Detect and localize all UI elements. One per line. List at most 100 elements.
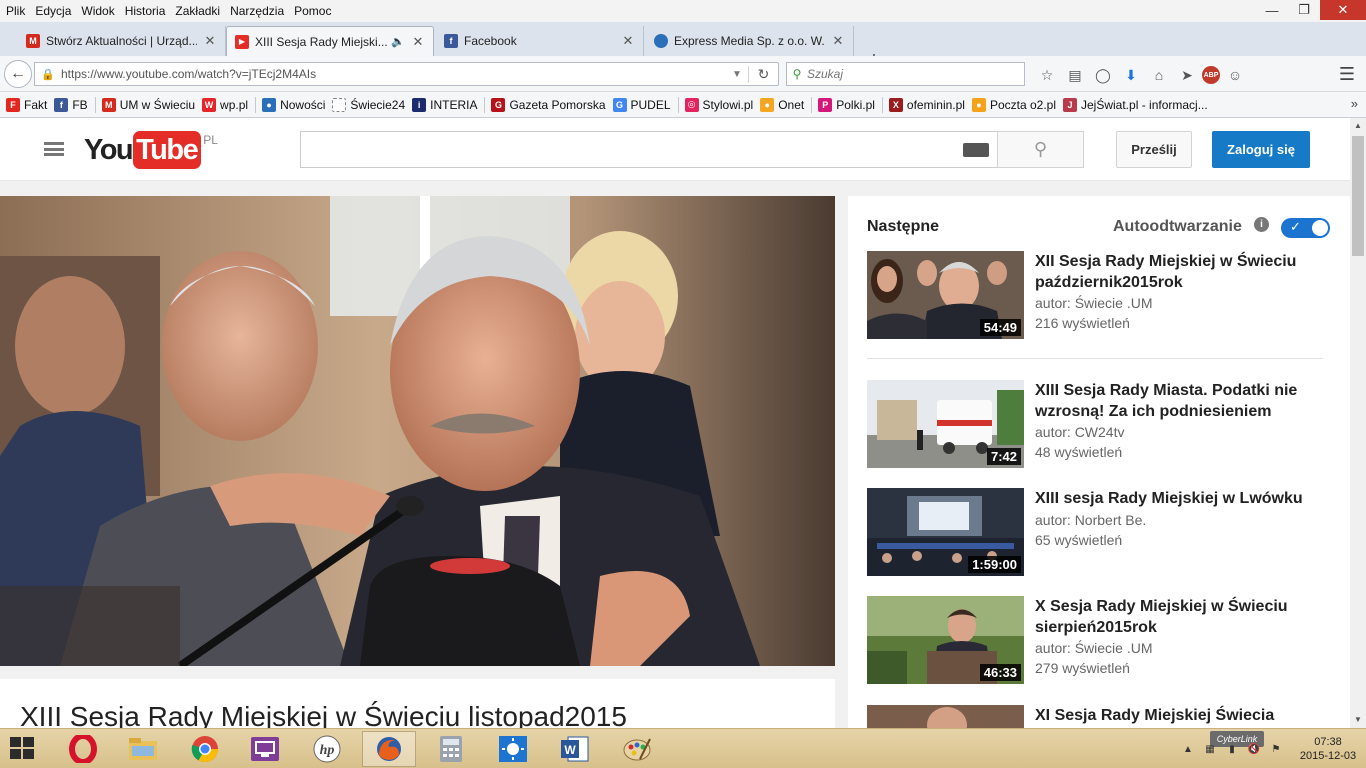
keyboard-icon[interactable] [963, 143, 989, 157]
bookmark-star-icon[interactable]: ☆ [1034, 65, 1060, 85]
minimize-button[interactable]: — [1256, 0, 1288, 20]
adblock-icon[interactable]: ABP [1202, 66, 1220, 84]
menu-view[interactable]: Widok [76, 4, 119, 18]
close-tab-icon[interactable]: ✕ [411, 34, 425, 50]
home-icon[interactable]: ⌂ [1146, 65, 1172, 85]
opera-taskbar-icon[interactable] [56, 731, 110, 767]
send-icon[interactable]: ➤ [1174, 65, 1200, 85]
bookmark-item[interactable]: ● Onet [760, 97, 804, 112]
search-input[interactable] [807, 67, 1007, 81]
file-explorer-taskbar-icon[interactable] [116, 731, 170, 767]
menu-hamburger-icon[interactable]: ☰ [1334, 64, 1360, 84]
close-tab-icon[interactable]: ✕ [203, 33, 217, 49]
reading-list-icon[interactable]: ▤ [1062, 65, 1088, 85]
suggested-video-title[interactable]: XIII sesja Rady Miejskiej w Lwówku [1035, 488, 1325, 509]
scroll-up-icon[interactable]: ▲ [1350, 118, 1366, 134]
suggested-video[interactable]: 1:59:00 XIII sesja Rady Miejskiej w Lwów… [867, 488, 1337, 578]
maximize-button[interactable]: ❐ [1288, 0, 1320, 20]
url-text[interactable]: https://www.youtube.com/watch?v=jTEcj2M4… [61, 67, 726, 81]
tab-youtube[interactable]: ▶ XIII Sesja Rady Miejski... 🔈 ✕ [226, 26, 434, 56]
guide-menu-icon[interactable] [44, 139, 64, 159]
menu-bookmarks[interactable]: Zakładki [170, 4, 225, 18]
video-thumbnail[interactable] [867, 705, 1024, 728]
remote-desktop-taskbar-icon[interactable] [238, 731, 292, 767]
info-icon[interactable]: i [1254, 217, 1269, 232]
bookmark-item[interactable]: ● Nowości [262, 97, 325, 112]
video-player[interactable] [0, 196, 835, 666]
video-thumbnail[interactable]: 7:42 [867, 380, 1024, 468]
tab-express-media[interactable]: Express Media Sp. z o.o. W... ✕ [646, 26, 854, 56]
video-author[interactable]: autor: Świecie .UM [1035, 295, 1152, 311]
suggested-video-title[interactable]: XIII Sesja Rady Miasta. Podatki nie wzro… [1035, 380, 1325, 422]
suggested-video-title[interactable]: XII Sesja Rady Miejskiej w Świeciu paźdz… [1035, 251, 1325, 293]
brightness-taskbar-icon[interactable] [486, 731, 540, 767]
bookmark-item[interactable]: i INTERIA [412, 97, 477, 112]
reload-icon[interactable]: ↻ [748, 65, 778, 83]
scrollbar-thumb[interactable] [1352, 136, 1364, 256]
word-taskbar-icon[interactable]: W [548, 731, 602, 767]
hp-taskbar-icon[interactable]: hp [300, 731, 354, 767]
suggested-video[interactable]: 46:33 X Sesja Rady Miejskiej w Świeciu s… [867, 596, 1337, 686]
suggested-video[interactable]: XI Sesja Rady Miejskiej Świecia [867, 705, 1337, 728]
battery-icon[interactable]: ▮ [1224, 741, 1240, 757]
bookmark-item[interactable]: P Polki.pl [818, 97, 875, 112]
page-scrollbar[interactable]: ▲ ▼ [1350, 118, 1366, 728]
close-window-button[interactable]: ✕ [1320, 0, 1366, 20]
scroll-down-icon[interactable]: ▼ [1350, 712, 1366, 728]
address-bar[interactable]: 🔒 https://www.youtube.com/watch?v=jTEcj2… [34, 62, 779, 86]
bookmark-item[interactable]: J JejŚwiat.pl - informacj... [1063, 97, 1208, 112]
bookmark-item[interactable]: G Gazeta Pomorska [491, 97, 606, 112]
calculator-taskbar-icon[interactable] [424, 731, 478, 767]
tab-um-swiecie[interactable]: M Stwórz Aktualności | Urząd... ✕ [18, 26, 226, 56]
suggested-video-title[interactable]: X Sesja Rady Miejskiej w Świeciu sierpie… [1035, 596, 1325, 638]
bookmark-item[interactable]: M UM w Świeciu [101, 97, 195, 112]
bookmark-item[interactable]: G PUDEL [612, 97, 671, 112]
autoplay-toggle[interactable]: ✓ [1281, 218, 1330, 238]
chrome-taskbar-icon[interactable] [178, 731, 232, 767]
menu-tools[interactable]: Narzędzia [225, 4, 289, 18]
start-button[interactable] [10, 737, 36, 761]
back-button[interactable]: ← [4, 60, 32, 88]
history-dropdown-icon[interactable]: ▼ [726, 69, 748, 80]
network-icon[interactable]: ▦ [1202, 741, 1218, 757]
bookmark-item[interactable]: Xofeminin.pl [888, 97, 965, 112]
close-tab-icon[interactable]: ✕ [621, 33, 635, 49]
bookmark-item[interactable]: ◎ Stylowi.pl [684, 97, 753, 112]
youtube-search-button[interactable]: ⚲ [997, 131, 1084, 168]
menu-edit[interactable]: Edycja [30, 4, 76, 18]
clock[interactable]: 07:38 2015-12-03 [1296, 735, 1360, 763]
action-center-icon[interactable]: ⚑ [1268, 741, 1284, 757]
youtube-search-input[interactable] [300, 131, 998, 168]
close-tab-icon[interactable]: ✕ [831, 33, 845, 49]
suggested-video-title[interactable]: XI Sesja Rady Miejskiej Świecia [1035, 705, 1325, 726]
youtube-logo[interactable]: You Tube PL [84, 131, 218, 171]
search-engine-icon[interactable]: ⚲ [787, 67, 807, 81]
chat-icon[interactable]: ☺ [1222, 65, 1248, 85]
paint-taskbar-icon[interactable] [610, 731, 664, 767]
upload-button[interactable]: Prześlij [1116, 131, 1192, 168]
bookmark-item[interactable]: Świecie24 [332, 97, 405, 112]
pocket-icon[interactable]: ◯ [1090, 65, 1116, 85]
video-thumbnail[interactable]: 46:33 [867, 596, 1024, 684]
bookmark-item[interactable]: ● Poczta o2.pl [971, 97, 1056, 112]
show-hidden-icons-icon[interactable]: ▲ [1180, 741, 1196, 757]
bookmark-item[interactable]: f FB [54, 97, 88, 112]
bookmark-item[interactable]: Wwp.pl [202, 97, 248, 112]
video-thumbnail[interactable]: 1:59:00 [867, 488, 1024, 576]
video-author[interactable]: autor: CW24tv [1035, 424, 1124, 440]
speaker-icon[interactable]: 🔈 [391, 35, 405, 48]
suggested-video[interactable]: 54:49 XII Sesja Rady Miejskiej w Świeciu… [867, 251, 1337, 341]
video-thumbnail[interactable]: 54:49 [867, 251, 1024, 339]
menu-history[interactable]: Historia [120, 4, 171, 18]
more-bookmarks-chevron-icon[interactable]: » [1351, 96, 1358, 111]
bookmark-item[interactable]: F Fakt [6, 97, 47, 112]
video-author[interactable]: autor: Świecie .UM [1035, 640, 1152, 656]
volume-muted-icon[interactable]: 🔇 [1246, 741, 1262, 757]
suggested-video[interactable]: 7:42 XIII Sesja Rady Miasta. Podatki nie… [867, 380, 1337, 470]
tab-facebook[interactable]: f Facebook ✕ [436, 26, 644, 56]
search-bar[interactable]: ⚲ [786, 62, 1025, 86]
menu-file[interactable]: Plik [0, 4, 30, 18]
video-author[interactable]: autor: Norbert Be. [1035, 512, 1146, 528]
menu-help[interactable]: Pomoc [289, 4, 336, 18]
firefox-taskbar-icon[interactable] [362, 731, 416, 767]
